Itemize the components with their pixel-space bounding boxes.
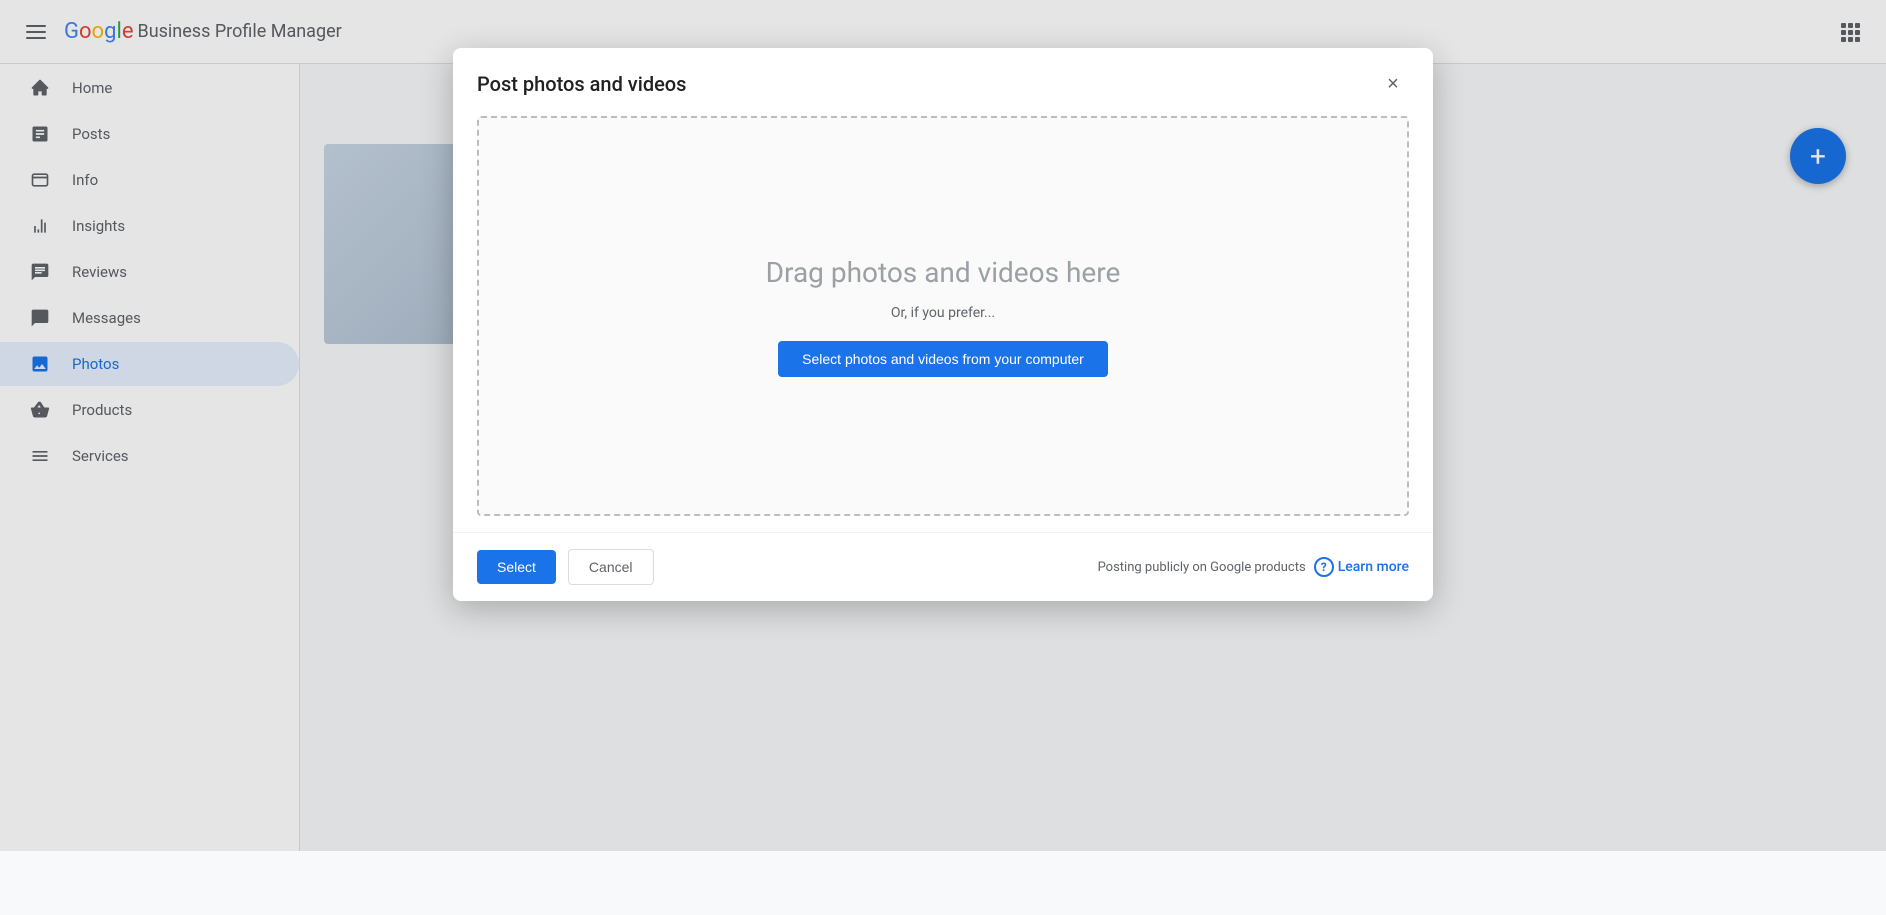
select-files-button[interactable]: Select photos and videos from your compu… xyxy=(778,341,1108,377)
posting-info-text: Posting publicly on Google products xyxy=(1098,560,1306,575)
drop-zone-subtitle: Or, if you prefer... xyxy=(891,305,995,321)
learn-more-label: Learn more xyxy=(1338,559,1409,575)
footer-right: Posting publicly on Google products ? Le… xyxy=(1098,557,1409,577)
modal-header: Post photos and videos × xyxy=(453,48,1433,116)
help-icon: ? xyxy=(1314,557,1334,577)
post-photos-modal: Post photos and videos × Drag photos and… xyxy=(453,48,1433,601)
drop-zone-title: Drag photos and videos here xyxy=(766,256,1121,289)
modal-close-button[interactable]: × xyxy=(1377,68,1409,100)
select-button[interactable]: Select xyxy=(477,550,556,584)
modal-title: Post photos and videos xyxy=(477,72,686,96)
learn-more-link[interactable]: ? Learn more xyxy=(1314,557,1409,577)
modal-footer: Select Cancel Posting publicly on Google… xyxy=(453,532,1433,601)
cancel-button[interactable]: Cancel xyxy=(568,549,654,585)
drop-zone[interactable]: Drag photos and videos here Or, if you p… xyxy=(477,116,1409,516)
